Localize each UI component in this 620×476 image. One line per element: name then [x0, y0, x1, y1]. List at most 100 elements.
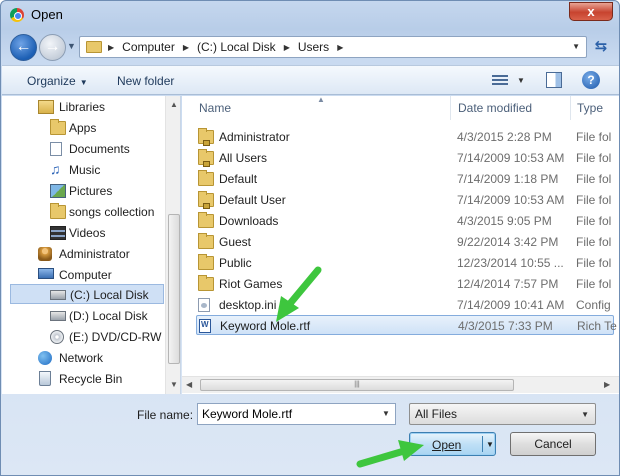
- documents-icon: [50, 142, 62, 156]
- scrollbar-thumb[interactable]: |||: [200, 379, 514, 391]
- music-icon: ♫: [50, 161, 61, 177]
- folder-icon: [198, 275, 214, 291]
- chrome-icon: [10, 8, 24, 22]
- forward-button[interactable]: →: [39, 34, 66, 61]
- nav-item-e-dvd-drive[interactable]: (E:) DVD/CD-RW D: [32, 327, 173, 347]
- file-row[interactable]: All Users 7/14/2009 10:53 AM File fol: [196, 148, 614, 168]
- file-row[interactable]: Guest 9/22/2014 3:42 PM File fol: [196, 232, 614, 252]
- column-divider[interactable]: [570, 96, 571, 120]
- chevron-down-icon: ▼: [581, 410, 589, 419]
- preview-pane-icon[interactable]: [546, 72, 562, 88]
- folder-icon: [198, 233, 214, 249]
- organize-button[interactable]: Organize ▼: [27, 74, 88, 88]
- address-dropdown-icon[interactable]: ▼: [572, 42, 580, 51]
- drive-icon: [50, 311, 66, 321]
- open-button[interactable]: Open ▼: [409, 432, 496, 456]
- file-name: Default: [219, 172, 258, 186]
- breadcrumb-arrow-icon[interactable]: ▶: [284, 43, 290, 52]
- change-view-icon[interactable]: [492, 73, 508, 87]
- file-date: 4/3/2015 2:28 PM: [457, 130, 552, 144]
- breadcrumb-computer[interactable]: Computer: [122, 40, 175, 54]
- close-button[interactable]: x: [569, 2, 613, 21]
- locked-folder-icon: [198, 191, 214, 209]
- file-type: File fol: [576, 193, 612, 207]
- nav-item-label: Videos: [69, 226, 106, 240]
- new-folder-button[interactable]: New folder: [117, 74, 174, 88]
- column-header-type[interactable]: Type: [577, 101, 603, 115]
- breadcrumb-arrow-icon[interactable]: ▶: [183, 43, 189, 52]
- file-type-select[interactable]: All Files ▼: [409, 403, 596, 425]
- file-row-selected[interactable]: Keyword Mole.rtf 4/3/2015 7:33 PM Rich T…: [196, 315, 617, 335]
- navigation-pane: Libraries Apps Documents ♫ Music Picture…: [2, 96, 181, 394]
- locked-folder-icon: [198, 149, 214, 167]
- open-options-dropdown-icon[interactable]: ▼: [486, 440, 494, 449]
- column-header-date[interactable]: Date modified: [458, 101, 532, 115]
- horizontal-scrollbar[interactable]: ◀ ||| ▶: [182, 376, 619, 393]
- file-date: 4/3/2015 9:05 PM: [457, 214, 552, 228]
- file-date: 7/14/2009 10:53 AM: [457, 151, 565, 165]
- views-dropdown-icon[interactable]: ▼: [517, 76, 525, 85]
- breadcrumb-arrow-icon[interactable]: ▶: [337, 43, 343, 52]
- nav-item-pictures[interactable]: Pictures: [32, 181, 164, 201]
- column-divider[interactable]: [450, 96, 451, 120]
- nav-item-computer[interactable]: Computer: [22, 265, 164, 285]
- nav-item-documents[interactable]: Documents: [32, 139, 164, 159]
- file-type: Rich Te: [577, 319, 617, 333]
- file-name: Riot Games: [219, 277, 283, 291]
- breadcrumb-local-disk[interactable]: (C:) Local Disk: [197, 40, 276, 54]
- nav-item-label: Computer: [59, 268, 112, 282]
- file-type: File fol: [576, 151, 612, 165]
- file-row[interactable]: desktop.ini 7/14/2009 10:41 AM Config: [196, 295, 614, 315]
- cancel-button[interactable]: Cancel: [510, 432, 596, 456]
- nav-item-songs-collection[interactable]: songs collection: [32, 202, 164, 222]
- open-button-label: Open: [432, 438, 462, 452]
- file-row[interactable]: Riot Games 12/4/2014 7:57 PM File fol: [196, 274, 614, 294]
- scroll-right-icon[interactable]: ▶: [604, 380, 610, 389]
- navigation-scrollbar[interactable]: ▲ ▼: [165, 96, 180, 394]
- breadcrumb: ▶ Computer ▶ (C:) Local Disk ▶ Users ▶: [108, 40, 351, 54]
- file-row[interactable]: Administrator 4/3/2015 2:28 PM File fol: [196, 127, 614, 147]
- nav-item-apps[interactable]: Apps: [32, 118, 164, 138]
- recent-pages-chevron-icon[interactable]: ▼: [67, 41, 76, 51]
- file-name: All Users: [219, 151, 268, 165]
- nav-item-music[interactable]: ♫ Music: [32, 160, 164, 180]
- nav-item-administrator[interactable]: Administrator: [22, 244, 164, 264]
- refresh-icon[interactable]: ⇆: [590, 36, 612, 58]
- nav-item-recycle-bin[interactable]: Recycle Bin: [22, 369, 164, 389]
- nav-item-c-local-disk[interactable]: (C:) Local Disk: [10, 284, 164, 304]
- file-row[interactable]: Public 12/23/2014 10:55 ... File fol: [196, 253, 614, 273]
- file-date: 7/14/2009 1:18 PM: [457, 172, 559, 186]
- nav-item-label: Apps: [69, 121, 97, 135]
- nav-item-d-local-disk[interactable]: (D:) Local Disk: [32, 306, 164, 326]
- file-name-input[interactable]: [197, 403, 396, 425]
- organize-label: Organize: [27, 74, 76, 88]
- file-list: Name ▲ Date modified Type Administrator …: [182, 96, 619, 394]
- nav-item-network[interactable]: Network: [22, 348, 164, 368]
- file-row[interactable]: Downloads 4/3/2015 9:05 PM File fol: [196, 211, 614, 231]
- nav-item-libraries[interactable]: Libraries: [22, 97, 164, 117]
- nav-item-label: Recycle Bin: [59, 372, 123, 386]
- nav-item-label: Libraries: [59, 100, 106, 114]
- column-header-name[interactable]: Name: [199, 101, 231, 115]
- file-type: File fol: [576, 235, 612, 249]
- address-bar[interactable]: ▶ Computer ▶ (C:) Local Disk ▶ Users ▶ ▼: [79, 36, 587, 58]
- folder-icon: [50, 119, 66, 135]
- scrollbar-thumb[interactable]: [168, 214, 180, 364]
- nav-item-label: Pictures: [69, 184, 113, 198]
- user-folder-icon: [38, 247, 52, 261]
- back-button[interactable]: ←: [10, 34, 37, 61]
- file-date: 9/22/2014 3:42 PM: [457, 235, 559, 249]
- scroll-down-icon[interactable]: ▼: [170, 380, 178, 389]
- scroll-left-icon[interactable]: ◀: [186, 380, 192, 389]
- file-date: 7/14/2009 10:53 AM: [457, 193, 565, 207]
- nav-item-videos[interactable]: Videos: [32, 223, 164, 243]
- scroll-up-icon[interactable]: ▲: [170, 100, 178, 109]
- locked-folder-icon: [198, 128, 214, 146]
- file-row[interactable]: Default 7/14/2009 1:18 PM File fol: [196, 169, 614, 189]
- breadcrumb-users[interactable]: Users: [298, 40, 329, 54]
- help-icon[interactable]: ?: [582, 71, 600, 89]
- file-type: Config: [576, 298, 611, 312]
- breadcrumb-arrow-icon[interactable]: ▶: [108, 43, 114, 52]
- file-name-dropdown-icon[interactable]: ▼: [382, 409, 390, 418]
- file-row[interactable]: Default User 7/14/2009 10:53 AM File fol: [196, 190, 614, 210]
